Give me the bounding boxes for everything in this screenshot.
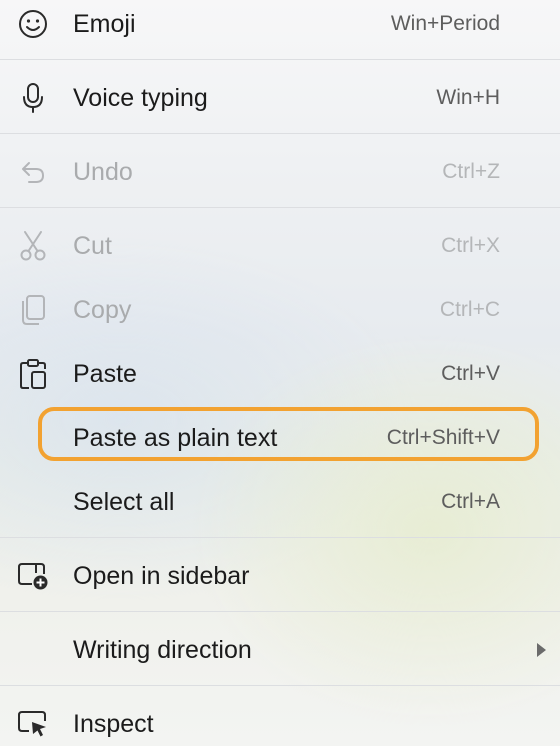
menu-item-label: Select all: [73, 488, 175, 516]
menu-item-label: Open in sidebar: [73, 562, 250, 590]
menu-item-label: Voice typing: [73, 84, 208, 112]
inspect-icon: [15, 706, 51, 742]
menu-item-shortcut: Ctrl+V: [441, 362, 500, 385]
scissors-icon: [15, 228, 51, 264]
context-menu: Emoji Win+Period Voice typing Win+H Undo…: [0, 0, 560, 746]
emoji-icon: [15, 6, 51, 42]
menu-item-shortcut: Win+H: [436, 86, 500, 109]
menu-item-shortcut: Win+Period: [390, 12, 500, 35]
menu-item-voice-typing[interactable]: Voice typing Win+H: [0, 66, 560, 130]
menu-item-label: Writing direction: [73, 636, 252, 664]
menu-item-shortcut: Ctrl+C: [439, 298, 500, 321]
menu-item-label: Undo: [73, 158, 133, 186]
menu-item-label: Paste as plain text: [73, 424, 278, 452]
menu-item-label: Copy: [73, 296, 132, 324]
menu-item-emoji[interactable]: Emoji Win+Period: [0, 0, 560, 56]
menu-item-cut[interactable]: Cut Ctrl+X: [0, 214, 560, 278]
menu-item-shortcut: Ctrl+Shift+V: [386, 426, 500, 449]
menu-divider: [0, 537, 560, 538]
menu-divider: [0, 133, 560, 134]
menu-divider: [0, 611, 560, 612]
copy-icon: [15, 292, 51, 328]
menu-item-label: Paste: [73, 360, 137, 388]
menu-item-select-all[interactable]: Select all Ctrl+A: [0, 470, 560, 534]
menu-item-label: Emoji: [73, 10, 136, 38]
menu-item-paste-as-plain-text[interactable]: Paste as plain text Ctrl+Shift+V: [0, 406, 560, 470]
menu-item-inspect[interactable]: Inspect: [0, 692, 560, 746]
menu-divider: [0, 685, 560, 686]
undo-icon: [15, 154, 51, 190]
menu-divider: [0, 207, 560, 208]
menu-item-shortcut: Ctrl+Z: [442, 160, 500, 183]
menu-divider: [0, 59, 560, 60]
menu-item-writing-direction[interactable]: Writing direction: [0, 618, 560, 682]
clipboard-icon: [15, 356, 51, 392]
menu-item-label: Cut: [73, 232, 112, 260]
sidebar-add-icon: [15, 558, 51, 594]
menu-item-undo[interactable]: Undo Ctrl+Z: [0, 140, 560, 204]
menu-item-label: Inspect: [73, 710, 154, 738]
chevron-right-icon: [537, 643, 546, 657]
microphone-icon: [15, 80, 51, 116]
menu-item-shortcut: Ctrl+X: [441, 234, 500, 257]
menu-item-open-in-sidebar[interactable]: Open in sidebar: [0, 544, 560, 608]
menu-item-shortcut: Ctrl+A: [441, 490, 500, 513]
menu-item-paste[interactable]: Paste Ctrl+V: [0, 342, 560, 406]
menu-item-copy[interactable]: Copy Ctrl+C: [0, 278, 560, 342]
